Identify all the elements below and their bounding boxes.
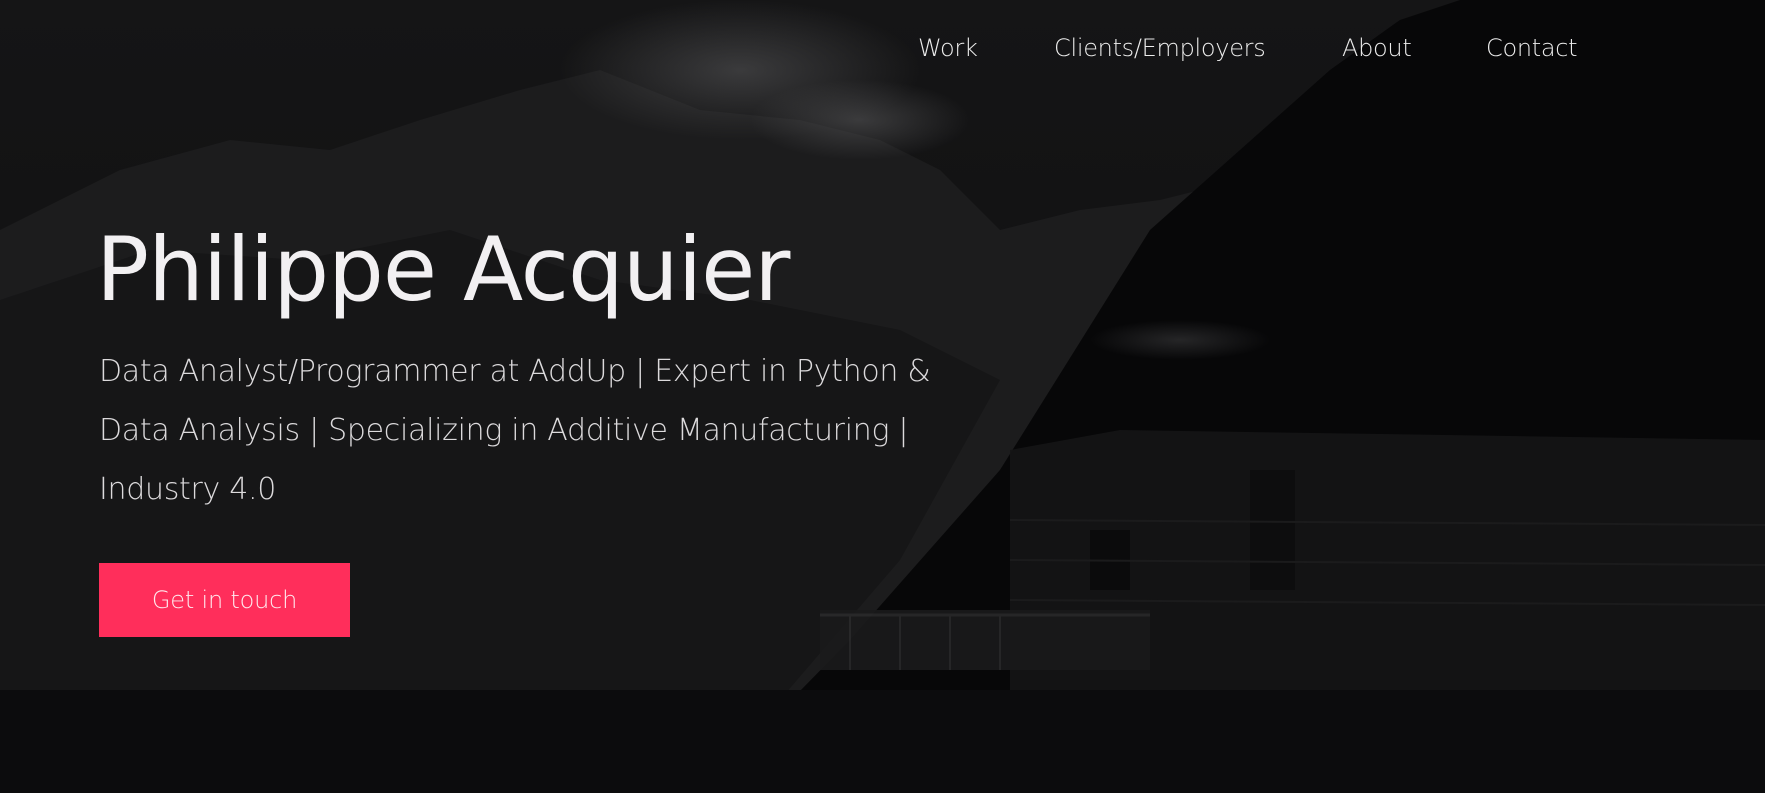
nav-item-contact[interactable]: Contact <box>1486 34 1578 62</box>
nav-item-about[interactable]: About <box>1342 34 1412 62</box>
get-in-touch-button[interactable]: Get in touch <box>99 563 350 637</box>
hero-section: Work Clients/Employers About Contact Phi… <box>0 0 1765 793</box>
nav-item-work[interactable]: Work <box>918 34 978 62</box>
page-title: Philippe Acquier <box>96 218 790 321</box>
main-nav: Work Clients/Employers About Contact <box>0 34 1765 74</box>
nav-item-clients-employers[interactable]: Clients/Employers <box>1054 34 1266 62</box>
hero-subtitle: Data Analyst/Programmer at AddUp | Exper… <box>99 354 931 507</box>
